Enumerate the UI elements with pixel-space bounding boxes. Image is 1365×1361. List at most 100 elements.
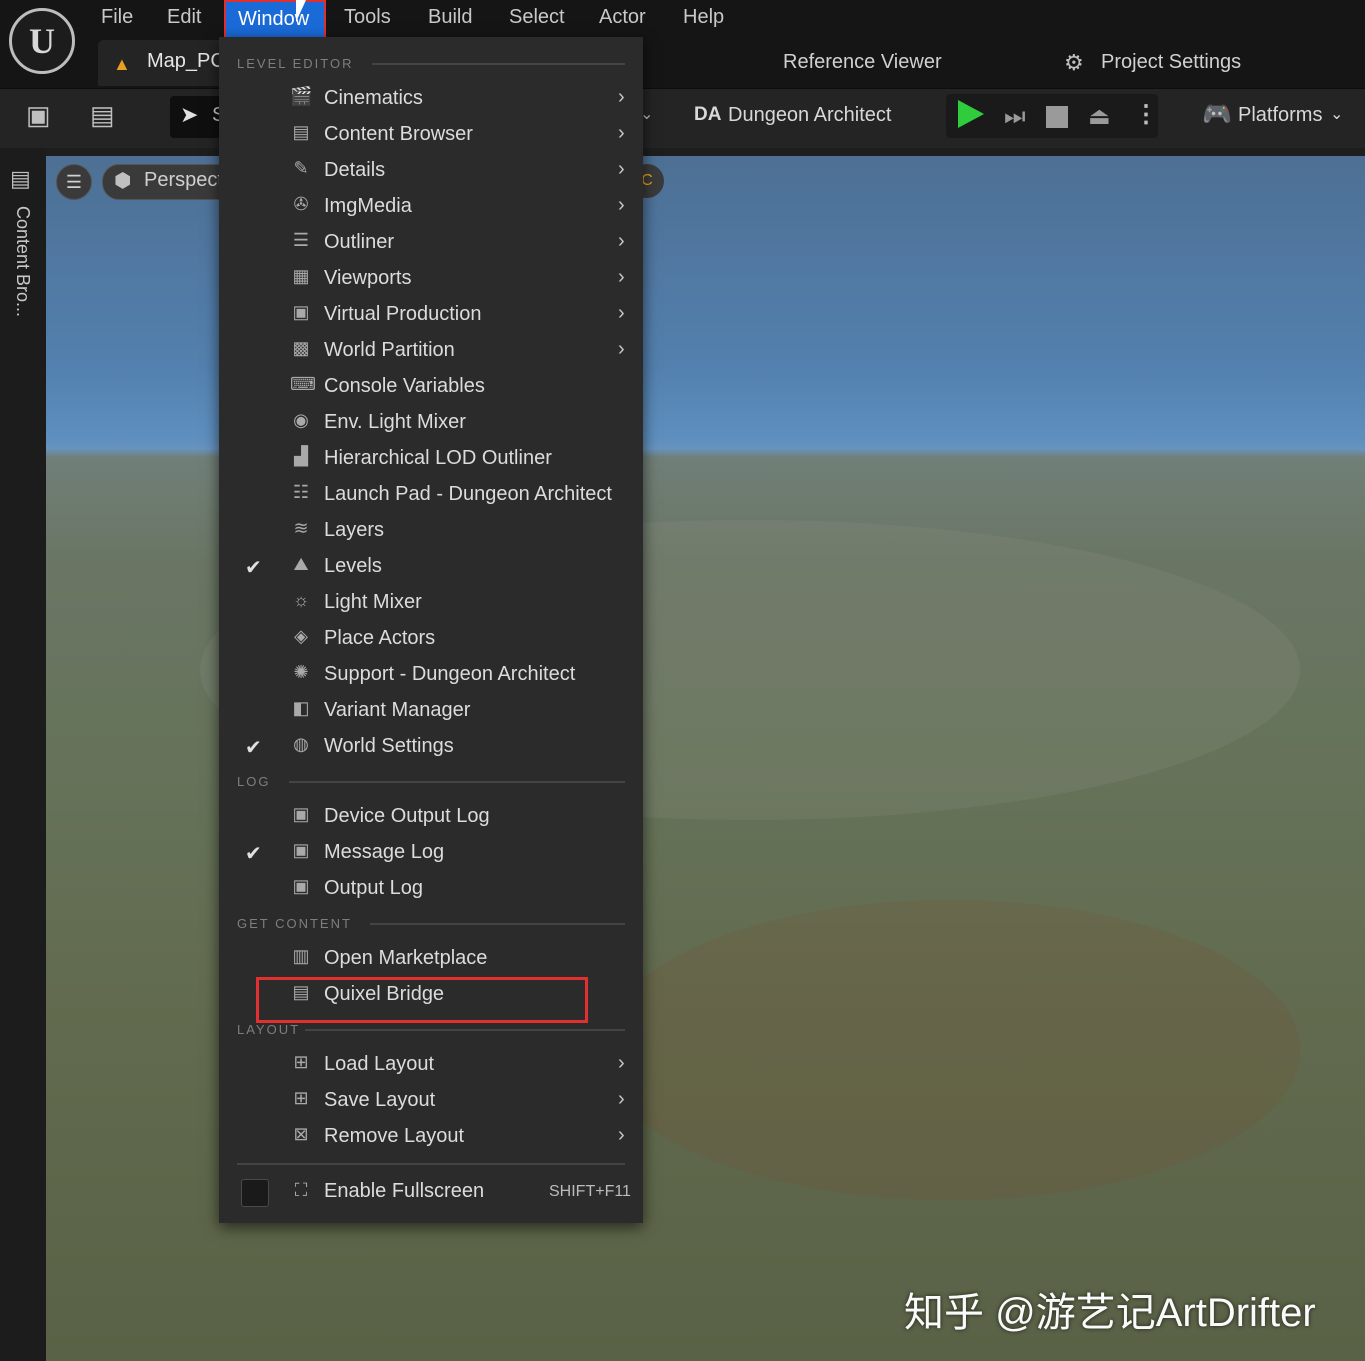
chevron-right-icon: › [618, 194, 625, 216]
folder-search-icon[interactable]: ▤ [10, 166, 31, 192]
menu-item-viewports[interactable] [219, 261, 643, 297]
support-icon: ✺ [293, 662, 309, 682]
chevron-down-icon[interactable]: ⌄ [1330, 104, 1343, 124]
message-log-icon: ▣ [292, 840, 310, 860]
menu-item-layers[interactable] [219, 513, 643, 549]
menu-item-label: Details [324, 159, 386, 181]
menu-item-label: Layers [324, 519, 385, 541]
menu-item-label: Support - Dungeon Architect [324, 663, 576, 685]
cube-icon: ⬢ [114, 170, 132, 192]
menu-item-label: Open Marketplace [324, 947, 488, 969]
place-actors-icon: ◈ [294, 626, 308, 646]
menu-file[interactable]: File [101, 0, 133, 34]
chevron-right-icon: › [618, 1088, 625, 1110]
checkmark-icon: ✔ [245, 557, 262, 579]
menu-item-label: Output Log [324, 877, 423, 899]
chevron-right-icon: › [618, 1052, 625, 1074]
menu-item-details[interactable] [219, 153, 643, 189]
section-divider [372, 63, 625, 65]
mouse-cursor-icon [296, 0, 306, 22]
menu-item-label: Console Variables [324, 375, 485, 397]
quixel-bridge-highlight [256, 977, 588, 1023]
level-tab-label: Map_PC [147, 50, 225, 72]
menu-build[interactable]: Build [428, 0, 472, 34]
menu-item-label: Env. Light Mixer [324, 411, 466, 433]
variant-icon: ◧ [292, 698, 310, 718]
menu-item-label: World Partition [324, 339, 455, 361]
gear-icon: ⚙ [1064, 50, 1084, 75]
globe-icon: ◍ [293, 734, 309, 754]
chevron-right-icon: › [618, 302, 625, 324]
stop-icon[interactable] [1046, 106, 1068, 128]
eject-icon[interactable]: ⏏ [1088, 102, 1111, 131]
load-layout-icon: ⊞ [293, 1052, 309, 1072]
menu-item-levels[interactable] [219, 549, 643, 585]
reference-viewer-link[interactable]: Reference Viewer [783, 51, 942, 74]
chevron-right-icon: › [618, 122, 625, 144]
more-options-icon[interactable]: ⋮ [1134, 100, 1158, 129]
menu-item-label: Levels [324, 555, 382, 577]
menu-item-imgmedia[interactable] [219, 189, 643, 225]
light-mixer-icon: ◉ [293, 410, 309, 430]
film-reel-icon: ✇ [293, 194, 309, 214]
menu-item-enable-fullscreen[interactable]: Enable Fullscreen [324, 1180, 484, 1203]
lod-icon: ▟ [294, 446, 308, 466]
content-browser-icon[interactable]: ▤ [90, 100, 115, 131]
fullscreen-icon: ⛶ [294, 1180, 308, 1200]
menu-item-outliner[interactable] [219, 225, 643, 261]
output-log-icon: ▣ [292, 876, 310, 896]
menu-help[interactable]: Help [683, 0, 724, 34]
menu-item-label: Variant Manager [324, 699, 471, 721]
unreal-logo-icon[interactable]: U [9, 8, 75, 74]
fullscreen-checkbox[interactable] [241, 1179, 269, 1207]
menu-edit[interactable]: Edit [167, 0, 201, 34]
section-level-editor: LEVEL EDITOR [237, 56, 354, 71]
left-sidebar [0, 148, 46, 1361]
menu-item-label: Place Actors [324, 627, 436, 649]
viewport-menu-icon[interactable]: ☰ [56, 164, 92, 200]
menu-item-label: Content Browser [324, 123, 473, 145]
menu-actor[interactable]: Actor [599, 0, 646, 34]
menu-item-label: Remove Layout [324, 1125, 465, 1147]
sun-icon: ☼ [292, 590, 310, 610]
project-settings-link[interactable]: Project Settings [1101, 51, 1241, 74]
section-divider [289, 781, 625, 783]
play-icon[interactable] [958, 100, 984, 128]
log-icon: ▣ [292, 804, 310, 824]
menu-item-light-mixer[interactable] [219, 585, 643, 621]
checkmark-icon: ✔ [245, 843, 262, 865]
watermark: 知乎 @游艺记ArtDrifter [904, 1291, 1316, 1335]
layers-icon: ≋ [293, 518, 309, 538]
checkmark-icon: ✔ [245, 737, 262, 759]
marketplace-icon: ▥ [292, 946, 310, 966]
menu-item-label: Launch Pad - Dungeon Architect [324, 483, 612, 505]
step-forward-icon[interactable]: ⏭ [1004, 103, 1026, 131]
menu-item-label: Message Log [324, 841, 445, 863]
content-browser-drawer-tab[interactable]: Content Bro... [12, 206, 33, 317]
menu-item-label: Save Layout [324, 1089, 436, 1111]
menu-item-label: Device Output Log [324, 805, 490, 827]
chevron-right-icon: › [618, 338, 625, 360]
menu-tools[interactable]: Tools [344, 0, 391, 34]
menu-item-output-log[interactable] [219, 871, 643, 907]
menu-item-label: Cinematics [324, 87, 423, 109]
menu-window[interactable]: Window [224, 0, 326, 40]
menu-select[interactable]: Select [509, 0, 565, 34]
menu-divider [237, 1163, 625, 1165]
save-layout-icon: ⊞ [293, 1088, 309, 1108]
dungeon-architect-icon: DA [694, 104, 722, 125]
terrain-patch [600, 900, 1300, 1200]
cursor-select-icon: ➤ [180, 102, 199, 127]
chevron-right-icon: › [618, 1124, 625, 1146]
section-divider [370, 923, 625, 925]
dungeon-architect-button[interactable]: Dungeon Architect [728, 104, 891, 127]
menu-item-label: Outliner [324, 231, 395, 253]
remove-layout-icon: ⊠ [293, 1124, 309, 1144]
platforms-button[interactable]: Platforms [1238, 104, 1322, 127]
menu-item-cinematics[interactable] [219, 81, 643, 117]
save-icon[interactable]: ▣ [26, 100, 51, 131]
level-warning-icon: ▲ [113, 54, 131, 74]
section-log: LOG [237, 774, 271, 789]
section-layout: LAYOUT [237, 1022, 301, 1037]
folder-search-icon: ▤ [292, 122, 310, 142]
